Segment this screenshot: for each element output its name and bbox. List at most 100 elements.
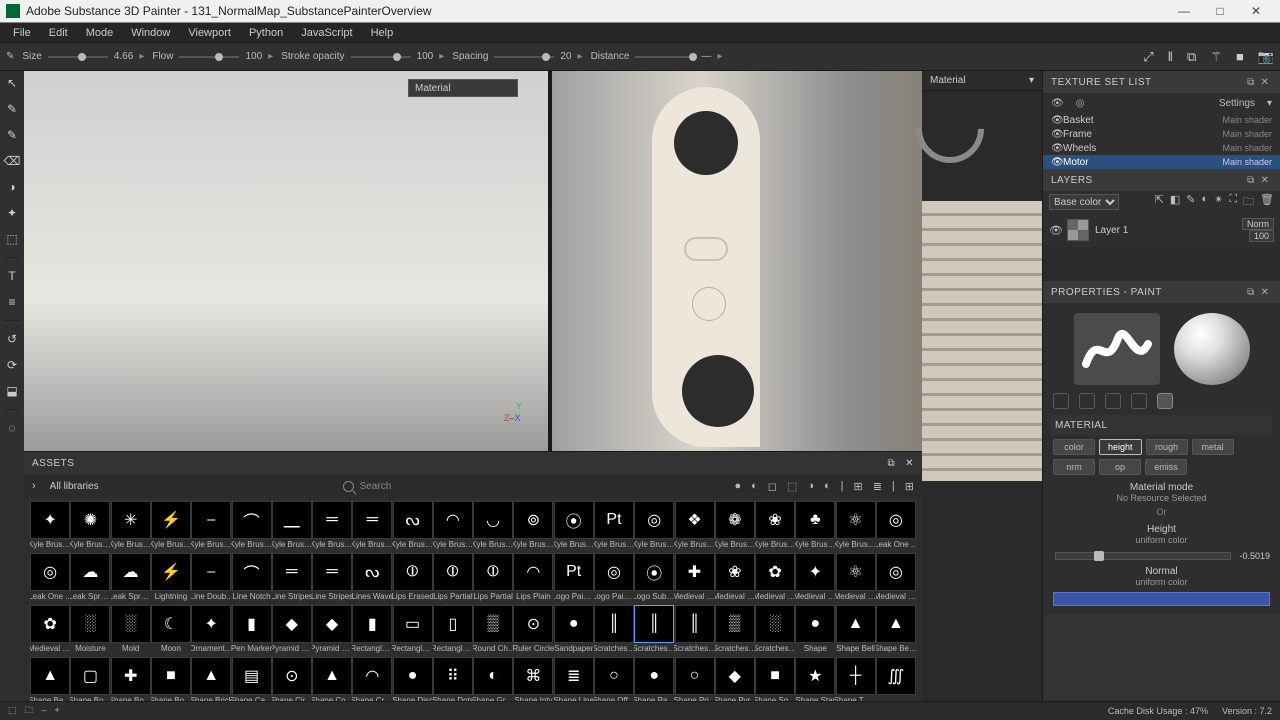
- asset-item[interactable]: ❖Kyle Brush...: [674, 500, 714, 552]
- channel-dropdown[interactable]: Base color: [1049, 194, 1119, 210]
- asset-item[interactable]: ★Shape Star: [795, 656, 835, 701]
- home-icon[interactable]: ›: [32, 480, 36, 492]
- viewports[interactable]: Material Z–X Y: [24, 71, 922, 451]
- asset-item[interactable]: ❀Kyle Brush...: [755, 500, 795, 552]
- menu-viewport[interactable]: Viewport: [179, 27, 240, 39]
- asset-filter-0[interactable]: ●: [734, 480, 741, 493]
- asset-item[interactable]: ║Scratches ...: [634, 604, 674, 656]
- asset-item[interactable]: ⦶Lips Partial: [473, 552, 513, 604]
- asset-item[interactable]: ▮Rectangle ...: [352, 604, 392, 656]
- prop-tab-1[interactable]: [1053, 393, 1069, 409]
- asset-item[interactable]: ▲Shape Bell...: [876, 604, 916, 656]
- texture-set-frame[interactable]: 👁FrameMain shader: [1043, 127, 1280, 141]
- undock-icon[interactable]: ⧉: [1244, 287, 1258, 298]
- asset-item[interactable]: ⦶Lips Erased: [392, 552, 432, 604]
- asset-item[interactable]: ░Moisture: [70, 604, 110, 656]
- param-stroke-opacity[interactable]: Stroke opacity100▸: [281, 51, 444, 62]
- asset-item[interactable]: ●Shape: [795, 604, 835, 656]
- asset-item[interactable]: ⦿Kyle Brush...: [554, 500, 594, 552]
- menu-edit[interactable]: Edit: [40, 27, 77, 39]
- status-icon-2[interactable]: –: [42, 705, 47, 715]
- asset-item[interactable]: ◆Pyramid O...: [272, 604, 312, 656]
- layers-tool-5[interactable]: ⛶: [1229, 193, 1237, 212]
- channel-chip-metal[interactable]: metal: [1192, 439, 1234, 455]
- asset-item[interactable]: PtLogo Painter: [554, 552, 594, 604]
- menu-javascript[interactable]: JavaScript: [292, 27, 361, 39]
- asset-item[interactable]: ◎Leak One ...: [30, 552, 70, 604]
- close-icon[interactable]: ✕: [905, 458, 914, 469]
- minimize-button[interactable]: —: [1166, 0, 1202, 22]
- viewport-display-dropdown[interactable]: Material: [408, 79, 518, 97]
- tool-13[interactable]: ⬓: [4, 383, 20, 399]
- maximize-button[interactable]: □: [1202, 0, 1238, 22]
- asset-item[interactable]: ⎯Kyle Brush...: [191, 500, 231, 552]
- menu-python[interactable]: Python: [240, 27, 292, 39]
- tool-1[interactable]: ✎: [4, 101, 20, 117]
- asset-filter-10[interactable]: ⊞: [905, 480, 914, 493]
- tool-5[interactable]: ✦: [4, 205, 20, 221]
- visibility-icon[interactable]: 👁: [1049, 224, 1061, 237]
- close-button[interactable]: ✕: [1238, 0, 1274, 22]
- channel-chip-nrm[interactable]: nrm: [1053, 459, 1095, 475]
- asset-item[interactable]: ◎Logo Paint...: [594, 552, 634, 604]
- asset-item[interactable]: ◆Shape Pyr...: [715, 656, 755, 701]
- asset-item[interactable]: ⎽Kyle Brush...: [272, 500, 312, 552]
- asset-item[interactable]: ☾Moon: [151, 604, 191, 656]
- asset-item[interactable]: ♣Kyle Brush...: [795, 500, 835, 552]
- toolbar-right-icon-4[interactable]: ■: [1236, 49, 1244, 65]
- asset-item[interactable]: ≣Shape Line: [554, 656, 594, 701]
- viewport-2d[interactable]: [552, 71, 922, 451]
- prop-tab-2[interactable]: [1079, 393, 1095, 409]
- normal-color-swatch[interactable]: [1053, 592, 1270, 606]
- asset-item[interactable]: ◡Kyle Brush...: [473, 500, 513, 552]
- asset-item[interactable]: ❀Medieval F...: [715, 552, 755, 604]
- asset-item[interactable]: ◠Lips Plain: [513, 552, 553, 604]
- asset-item[interactable]: ▒Scratches ...: [715, 604, 755, 656]
- asset-item[interactable]: ⠿Shape Dots: [433, 656, 473, 701]
- channel-chip-op[interactable]: op: [1099, 459, 1141, 475]
- asset-item[interactable]: ▒Round Ch...: [473, 604, 513, 656]
- asset-item[interactable]: ▢Shape Bor...: [70, 656, 110, 701]
- assets-search[interactable]: Search: [343, 481, 392, 492]
- asset-item[interactable]: ◆Pyramid St...: [312, 604, 352, 656]
- asset-item[interactable]: ∭: [876, 656, 916, 701]
- close-icon[interactable]: ✕: [1258, 175, 1272, 186]
- channel-chip-rough[interactable]: rough: [1146, 439, 1188, 455]
- tool-12[interactable]: ⟳: [4, 357, 20, 373]
- asset-item[interactable]: ▲Shape Cone: [312, 656, 352, 701]
- asset-item[interactable]: ⚡Kyle Brush...: [151, 500, 191, 552]
- asset-item[interactable]: ⚛Medieval R...: [835, 552, 875, 604]
- status-icon-0[interactable]: ⬚: [8, 705, 17, 715]
- menu-help[interactable]: Help: [362, 27, 403, 39]
- undock-icon[interactable]: ⧉: [887, 458, 895, 469]
- asset-item[interactable]: PtKyle Brush...: [594, 500, 634, 552]
- asset-item[interactable]: ⚛Kyle Brush...: [835, 500, 875, 552]
- asset-item[interactable]: ⊚Kyle Brush...: [513, 500, 553, 552]
- asset-item[interactable]: ┼Shape T Line: [835, 656, 875, 701]
- asset-item[interactable]: ○Shape Pri...: [674, 656, 714, 701]
- asset-item[interactable]: ☁Leak Sprea...: [111, 552, 151, 604]
- asset-item[interactable]: ▤Shape Cap...: [231, 656, 271, 701]
- asset-item[interactable]: ●Shape Disc: [392, 656, 432, 701]
- asset-item[interactable]: ░Mold: [111, 604, 151, 656]
- layers-tool-4[interactable]: ✴: [1214, 193, 1223, 212]
- asset-item[interactable]: ■Shape Bor...: [151, 656, 191, 701]
- param-flow[interactable]: Flow100▸: [152, 51, 273, 62]
- asset-item[interactable]: ●Sandpaper: [554, 604, 594, 656]
- close-icon[interactable]: ✕: [1258, 77, 1272, 88]
- channel-chip-emiss[interactable]: emiss: [1145, 459, 1187, 475]
- asset-item[interactable]: ▮Pen Marker: [231, 604, 271, 656]
- layers-tool-0[interactable]: ⇱: [1155, 193, 1164, 212]
- menu-file[interactable]: File: [4, 27, 40, 39]
- asset-item[interactable]: ✿Medieval R...: [755, 552, 795, 604]
- status-icon-1[interactable]: 🗀: [25, 705, 34, 715]
- asset-item[interactable]: ░Scratches ...: [755, 604, 795, 656]
- asset-item[interactable]: ✚Medieval C...: [674, 552, 714, 604]
- toolbar-right-icon-2[interactable]: ⧉: [1187, 49, 1196, 65]
- tool-0[interactable]: ↖: [4, 75, 20, 91]
- texture-set-wheels[interactable]: 👁WheelsMain shader: [1043, 141, 1280, 155]
- visible-all-icon[interactable]: 👁: [1051, 98, 1064, 109]
- assets-grid[interactable]: ✦Kyle Brush...✺Kyle Brush...✳Kyle Brush.…: [24, 498, 922, 701]
- layers-tool-6[interactable]: 🗀: [1243, 193, 1254, 212]
- asset-item[interactable]: ✳Kyle Brush...: [111, 500, 151, 552]
